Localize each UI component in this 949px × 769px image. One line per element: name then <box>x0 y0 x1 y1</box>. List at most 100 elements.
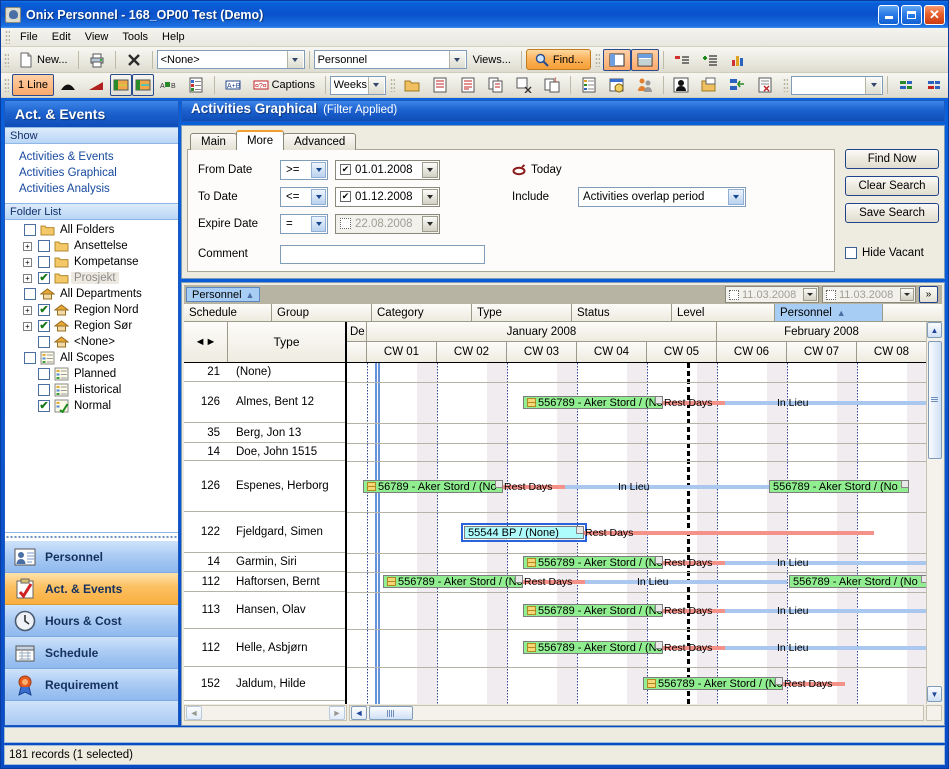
move-button[interactable] <box>723 74 751 96</box>
tree-node-planned[interactable]: Planned <box>7 366 178 382</box>
close-button[interactable]: ✕ <box>924 4 945 25</box>
legend-green-button[interactable] <box>892 74 920 96</box>
line-mode-button[interactable]: 1 Line <box>12 74 54 96</box>
calendar-dropdown-icon[interactable] <box>422 161 438 178</box>
expand-plus-icon[interactable]: + <box>23 321 32 331</box>
print-button[interactable] <box>83 49 111 71</box>
gantt-bar[interactable]: 556789 - Aker Stord / (No <box>523 396 663 409</box>
folder-open-button[interactable] <box>695 74 723 96</box>
table-row[interactable]: 21 (None) <box>184 363 345 382</box>
hide-vacant-row[interactable]: Hide Vacant <box>845 247 939 259</box>
expand-plus-icon[interactable]: + <box>23 241 32 251</box>
tree-checkbox[interactable] <box>38 304 50 316</box>
column-header-schedule[interactable]: Schedule <box>184 304 272 321</box>
list-red-button[interactable] <box>426 74 454 96</box>
chart-button[interactable] <box>724 49 752 71</box>
column-header-status[interactable]: Status <box>572 304 672 321</box>
person-black-button[interactable] <box>667 74 695 96</box>
gantt-hscrollbar[interactable]: ◄ <box>349 705 924 721</box>
clear-search-button[interactable]: Clear Search <box>845 176 939 196</box>
range-end-checkbox[interactable] <box>826 289 836 300</box>
tree-node-all-scopes[interactable]: All Scopes <box>7 350 178 366</box>
maximize-button[interactable] <box>901 4 922 25</box>
tree-node-region-s-r[interactable]: + Region Sør <box>7 318 178 334</box>
free-combo[interactable] <box>791 75 884 95</box>
sidebar-item-activities-analysis[interactable]: Activities Analysis <box>19 181 178 197</box>
tree-checkbox[interactable] <box>38 384 50 396</box>
sidebar-nav-hours-cost[interactable]: Hours & Cost <box>5 605 178 637</box>
toolbar-grip[interactable] <box>4 52 9 67</box>
tree-node-normal[interactable]: Normal <box>7 398 178 414</box>
table-row[interactable]: 14 Garmin, Siri <box>184 553 345 572</box>
tree-node-none[interactable]: <None> <box>7 334 178 350</box>
panel-left-toggle[interactable] <box>603 48 632 71</box>
menu-grip[interactable] <box>5 30 10 44</box>
bar-resize-handle[interactable] <box>515 576 522 583</box>
tree-checkbox[interactable] <box>38 320 50 332</box>
gantt-scroll-left-button[interactable]: ◄ <box>351 706 367 720</box>
table-row[interactable]: 126 Espenes, Herborg <box>184 461 345 512</box>
tree-checkbox[interactable] <box>38 256 50 268</box>
gantt-bar[interactable]: 556789 - Aker Stord / (No <box>789 575 926 588</box>
sort-chip-personnel[interactable]: Personnel ▲ <box>186 287 261 302</box>
list-green-button[interactable] <box>575 74 603 96</box>
chevron-down-icon[interactable] <box>865 76 882 94</box>
minimize-button[interactable] <box>878 4 899 25</box>
table-row[interactable]: 112 Haftorsen, Bernt <box>184 572 345 592</box>
from-date-operator[interactable]: >= <box>280 159 328 180</box>
today-row[interactable]: Today <box>512 158 826 181</box>
toolbar2-grip[interactable] <box>4 78 9 92</box>
from-date-checkbox[interactable]: ✔ <box>340 164 351 175</box>
tree-checkbox[interactable] <box>38 272 50 284</box>
captions-button[interactable]: ¤?¤ Captions <box>247 74 321 96</box>
calendar-clock-button[interactable] <box>603 74 631 96</box>
bar-resize-handle[interactable] <box>576 527 583 534</box>
toolbar2-grip-2[interactable] <box>389 78 395 92</box>
table-row[interactable]: 113 Hansen, Olav <box>184 592 345 629</box>
bar-resize-handle[interactable] <box>655 397 662 404</box>
comment-input[interactable] <box>280 244 485 264</box>
bar-resize-handle[interactable] <box>655 605 662 612</box>
table-row[interactable]: 126 Almes, Bent 12 <box>184 382 345 423</box>
menu-file[interactable]: File <box>13 29 45 45</box>
horizontal-scroll-thumb[interactable] <box>369 706 413 720</box>
chevron-down-icon[interactable] <box>367 76 384 94</box>
left-hscrollbar[interactable]: ◄ ► <box>184 705 347 721</box>
toolbar-grip-2[interactable] <box>595 52 601 67</box>
bar-orange-button[interactable] <box>109 74 132 96</box>
gantt-bar[interactable]: 556789 - Aker Stord / (No <box>523 604 663 617</box>
curve-button[interactable] <box>54 74 82 96</box>
sidebar-nav-requirement[interactable]: Requirement <box>5 669 178 701</box>
vertical-scrollbar[interactable]: ▲ ▼ <box>926 322 942 704</box>
delete-button[interactable] <box>120 49 148 71</box>
cut-button[interactable] <box>510 74 538 96</box>
scroll-left-button[interactable]: ◄ <box>186 706 202 720</box>
tree-node-all-departments[interactable]: All Departments <box>7 286 178 302</box>
column-header-category[interactable]: Category <box>372 304 472 321</box>
table-row[interactable]: 14 Doe, John 1515 <box>184 443 345 461</box>
table-row[interactable]: 112 Helle, Asbjørn <box>184 629 345 667</box>
find-now-button[interactable]: Find Now <box>845 149 939 169</box>
filter-combo[interactable]: <None> <box>156 50 305 69</box>
table-row[interactable]: 152 Jaldum, Hilde <box>184 667 345 701</box>
tree-checkbox[interactable] <box>38 400 50 412</box>
menu-help[interactable]: Help <box>155 29 192 45</box>
tree-node-ansettelse[interactable]: + Ansettelse <box>7 238 178 254</box>
module-combo[interactable]: Personnel <box>313 50 467 69</box>
expire-date-checkbox[interactable] <box>340 218 351 229</box>
sidebar-item-activities-graphical[interactable]: Activities Graphical <box>19 165 178 181</box>
tree-node-historical[interactable]: Historical <box>7 382 178 398</box>
tree-checkbox[interactable] <box>24 224 36 236</box>
tree-checkbox[interactable] <box>24 352 36 364</box>
tree-checkbox[interactable] <box>38 240 50 252</box>
chevron-down-icon[interactable] <box>728 188 744 205</box>
scroll-up-button[interactable]: ▲ <box>927 322 942 338</box>
row-add-button[interactable] <box>696 49 724 71</box>
include-select[interactable]: Activities overlap period <box>578 186 746 207</box>
gantt-bar[interactable]: 556789 - Aker Stord / (No <box>523 556 663 569</box>
paste-button[interactable]: 1 <box>538 74 566 96</box>
calendar-dropdown-icon[interactable] <box>900 288 914 301</box>
tree-node-prosjekt[interactable]: + Prosjekt <box>7 270 178 286</box>
column-header-personnel[interactable]: Personnel ▲ <box>775 304 883 321</box>
menu-edit[interactable]: Edit <box>45 29 78 45</box>
